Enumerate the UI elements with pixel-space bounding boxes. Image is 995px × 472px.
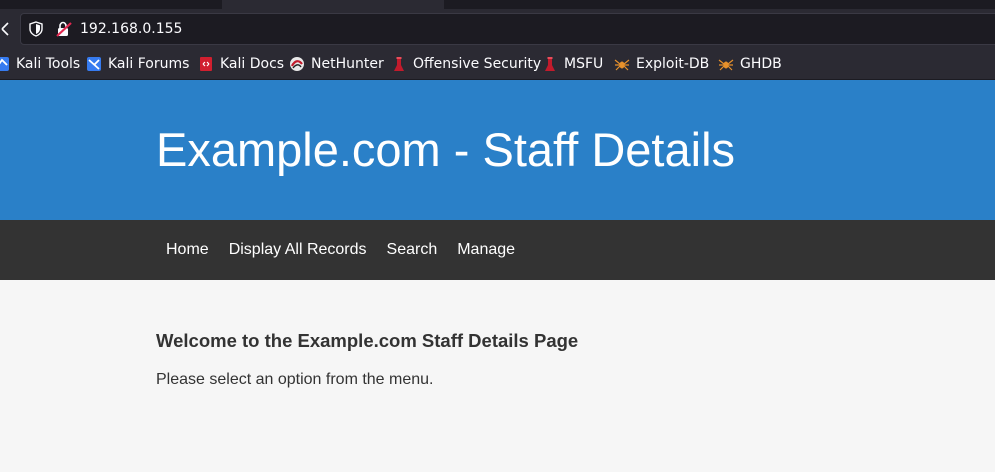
bookmark-nethunter[interactable]: NetHunter bbox=[289, 54, 384, 74]
bookmark-label: GHDB bbox=[740, 56, 782, 72]
bookmark-label: Kali Tools bbox=[16, 56, 81, 72]
bookmark-kali-forums[interactable]: Kali Forums bbox=[86, 54, 189, 74]
bookmark-offensive-security[interactable]: Offensive Security bbox=[391, 54, 541, 74]
browser-toolbar: 192.168.0.155 bbox=[0, 9, 995, 49]
insecure-connection-lock-icon[interactable] bbox=[56, 21, 72, 37]
docs-icon bbox=[198, 56, 214, 72]
site-nav: Home Display All Records Search Manage bbox=[0, 220, 995, 280]
kali-dragon-icon bbox=[86, 56, 102, 72]
bookmark-kali-docs[interactable]: Kali Docs bbox=[198, 54, 284, 74]
tracking-protection-shield-icon[interactable] bbox=[29, 21, 43, 37]
bookmark-kali-tools[interactable]: Kali Tools bbox=[0, 54, 80, 74]
site-title: Example.com - Staff Details bbox=[156, 123, 736, 176]
spider-icon bbox=[614, 56, 630, 72]
offsec-icon bbox=[391, 56, 407, 72]
welcome-heading: Welcome to the Example.com Staff Details… bbox=[156, 330, 579, 351]
offsec-icon bbox=[542, 56, 558, 72]
bookmark-label: NetHunter bbox=[311, 56, 384, 72]
url-text[interactable]: 192.168.0.155 bbox=[80, 20, 182, 38]
bookmark-label: Kali Forums bbox=[108, 56, 190, 72]
nav-item-search[interactable]: Search bbox=[377, 220, 448, 280]
bookmark-ghdb[interactable]: GHDB bbox=[718, 54, 782, 74]
site-header: Example.com - Staff Details bbox=[0, 80, 995, 220]
nav-menu: Home Display All Records Search Manage bbox=[156, 220, 525, 280]
bookmark-label: MSFU bbox=[564, 56, 604, 72]
back-button-edge[interactable] bbox=[0, 19, 14, 39]
bookmark-exploit-db[interactable]: Exploit-DB bbox=[614, 54, 709, 74]
bookmark-label: Exploit-DB bbox=[636, 56, 710, 72]
active-tab[interactable] bbox=[222, 0, 444, 9]
nav-item-home[interactable]: Home bbox=[156, 220, 219, 280]
bookmarks-toolbar: Kali Tools Kali Forums Kali Docs NetHunt… bbox=[0, 49, 995, 80]
welcome-text: Please select an option from the menu. bbox=[156, 371, 434, 388]
bookmark-label: Kali Docs bbox=[220, 56, 285, 72]
nav-item-display-all-records[interactable]: Display All Records bbox=[219, 220, 377, 280]
tab-strip bbox=[0, 0, 995, 9]
kali-dragon-icon bbox=[0, 56, 10, 72]
spider-icon bbox=[718, 56, 734, 72]
bookmark-msfu[interactable]: MSFU bbox=[542, 54, 603, 74]
url-bar[interactable]: 192.168.0.155 bbox=[20, 13, 995, 45]
nethunter-icon bbox=[289, 56, 305, 72]
bookmark-label: Offensive Security bbox=[413, 56, 542, 72]
nav-item-manage[interactable]: Manage bbox=[447, 220, 525, 280]
